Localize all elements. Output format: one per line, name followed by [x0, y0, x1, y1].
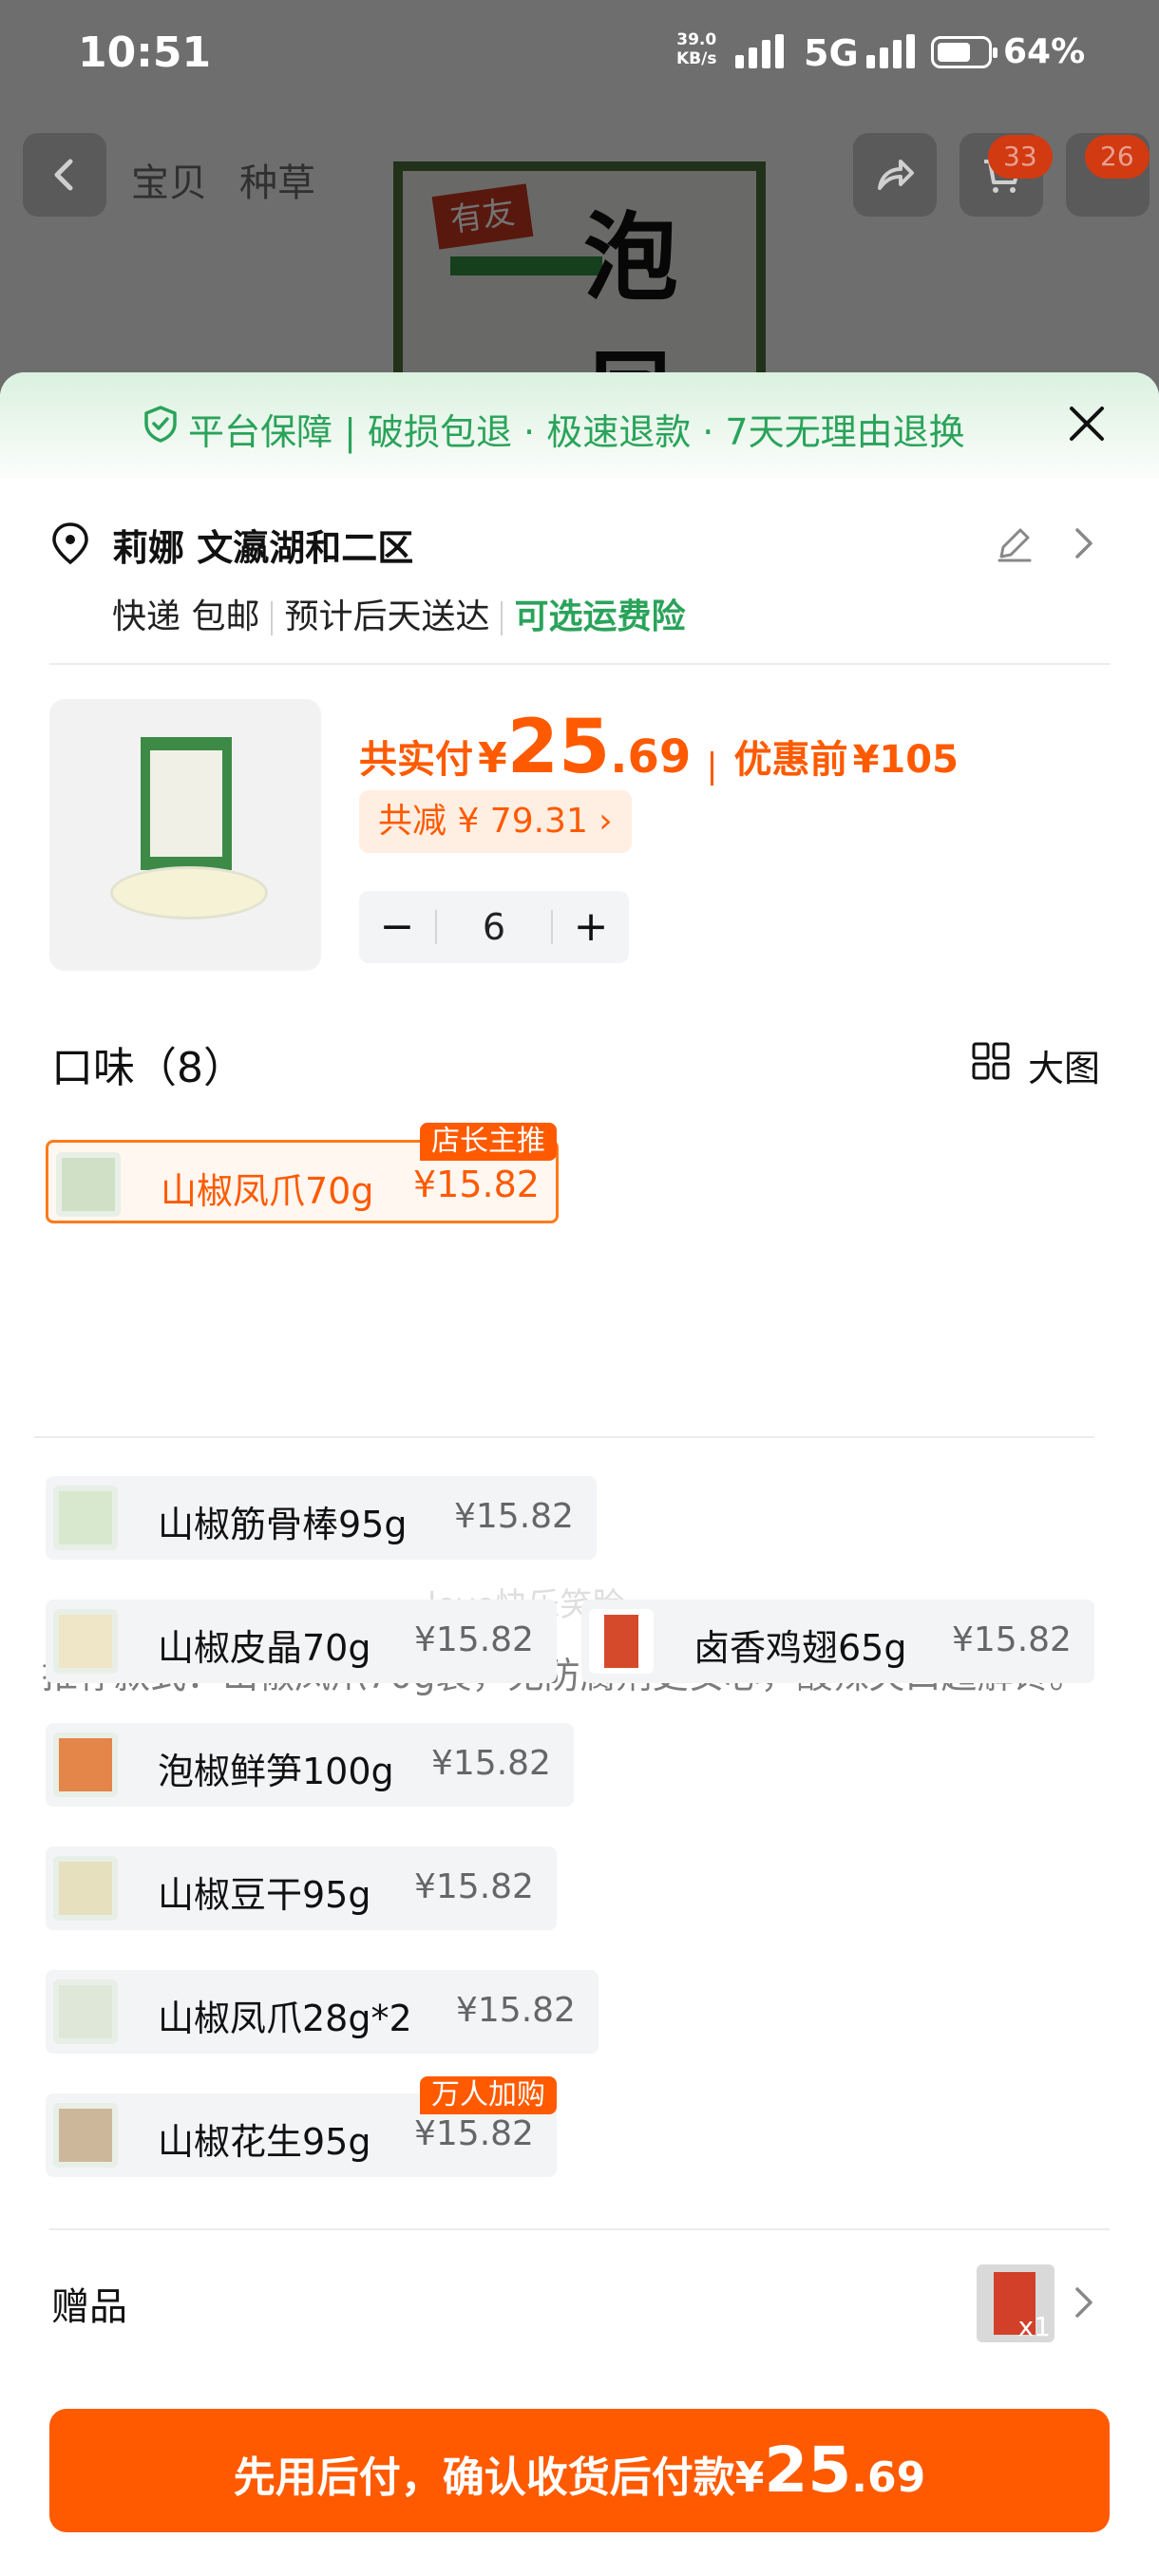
flavor-option[interactable]: 山椒豆干95g ¥15.82: [46, 1847, 557, 1930]
big-picture-toggle[interactable]: 大图: [1028, 1039, 1100, 1091]
flavor-option[interactable]: 卤香鸡翅65g ¥15.82: [581, 1600, 1094, 1683]
quantity-value[interactable]: 6: [435, 891, 553, 963]
back-button[interactable]: [23, 133, 106, 217]
popular-tag: 万人加购: [420, 2076, 557, 2114]
share-button[interactable]: [853, 133, 937, 217]
flavor-option[interactable]: 泡椒鲜笋100g ¥15.82: [46, 1723, 574, 1807]
pay-later-button[interactable]: 先用后付，确认收货后付款¥25.69: [49, 2409, 1110, 2532]
divider: [49, 2228, 1110, 2230]
chevron-right-icon[interactable]: [1070, 526, 1098, 560]
flavor-option[interactable]: 山椒筋骨棒95g ¥15.82: [46, 1476, 597, 1560]
net-speed: 39.0 KB/s: [676, 30, 717, 68]
divider: [49, 663, 1110, 665]
shipping-insurance-link[interactable]: 可选运费险: [514, 597, 685, 636]
sku-selection-sheet: 平台保障 | 破损包退 · 极速退款 · 7天无理由退换 莉娜 文瀛湖和二区 快…: [0, 372, 1159, 2576]
guarantee-text: 平台保障 | 破损包退 · 极速退款 · 7天无理由退换: [188, 411, 965, 453]
shipping-info: 快递 包邮 预计后天送达 可选运费险: [112, 589, 685, 638]
close-icon: [1070, 407, 1104, 441]
recommend-tag: 店长主推: [420, 1123, 557, 1161]
battery-percent: 64%: [1003, 32, 1086, 71]
gift-label: 赠品: [51, 2285, 127, 2329]
price-integer: 25: [506, 705, 611, 790]
flavor-option[interactable]: 山椒皮晶70g ¥15.82: [46, 1600, 557, 1683]
more-count-badge: 26: [1085, 135, 1150, 179]
chevron-left-icon: [54, 159, 73, 191]
chevron-right-icon[interactable]: [1070, 2285, 1098, 2320]
flavor-option[interactable]: 山椒凤爪28g*2 ¥15.82: [46, 1970, 598, 2054]
guarantee-banner: 平台保障 | 破损包退 · 极速退款 · 7天无理由退换: [0, 372, 1159, 479]
discount-chip[interactable]: 共减 ¥ 79.31 ›: [359, 790, 632, 853]
total-label: 共实付: [359, 738, 473, 782]
delivery-estimate: 预计后天送达: [284, 597, 490, 636]
price-summary: 共实付 ¥25.69 优惠前 ¥105: [359, 705, 959, 790]
status-time: 10:51: [78, 28, 212, 77]
share-icon: [878, 160, 914, 190]
gift-count: x1: [1017, 2311, 1051, 2342]
grid-view-icon[interactable]: [971, 1041, 1011, 1081]
before-discount-price: ¥105: [852, 738, 959, 782]
decrease-button[interactable]: −: [359, 891, 435, 963]
shipping-method: 快递 包邮: [112, 597, 260, 636]
cart-count-badge: 33: [988, 135, 1053, 179]
flavor-price: ¥15.82: [413, 1164, 540, 1205]
increase-button[interactable]: +: [553, 891, 629, 963]
before-discount-label: 优惠前: [733, 738, 848, 782]
gift-thumbnail[interactable]: x1: [977, 2264, 1054, 2342]
quantity-stepper: − 6 +: [359, 891, 629, 963]
shield-check-icon: [144, 406, 177, 443]
close-button[interactable]: [1064, 401, 1110, 446]
address-name[interactable]: 莉娜 文瀛湖和二区: [112, 519, 413, 571]
pay-button-label: 先用后付，确认收货后付款: [233, 2453, 735, 2502]
network-type: 5G: [804, 32, 859, 74]
flavor-section-title: 口味（8）: [51, 1044, 245, 1092]
edit-pencil-icon[interactable]: [994, 522, 1036, 564]
price-decimal: .69: [610, 730, 692, 784]
flavor-name: 山椒凤爪70g: [161, 1170, 374, 1212]
status-bar: 10:51 39.0 KB/s 5G 64%: [0, 0, 1159, 114]
product-thumbnail[interactable]: [49, 699, 321, 971]
location-pin-icon: [52, 522, 88, 565]
flavor-thumbnail: [56, 1152, 121, 1217]
battery-icon: [931, 36, 998, 68]
divider: [34, 1436, 1094, 1438]
